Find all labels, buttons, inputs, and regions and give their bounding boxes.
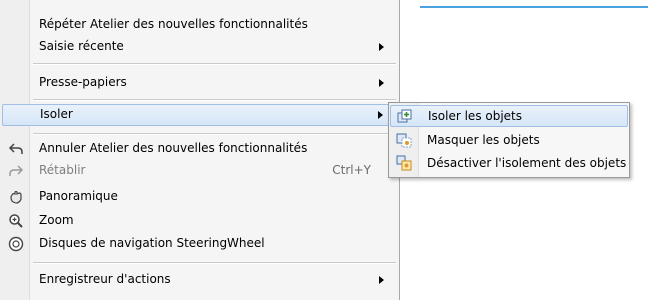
menu-item-undo[interactable]: Annuler Atelier des nouvelles fonctionna… bbox=[2, 138, 396, 160]
separator bbox=[33, 133, 396, 134]
submenu-arrow-icon bbox=[379, 79, 384, 87]
menu-item-action-recorder[interactable]: Enregistreur d'actions bbox=[2, 269, 396, 291]
submenu-item-label: Isoler les objets bbox=[428, 109, 523, 123]
accent-line bbox=[420, 6, 648, 8]
menu-item-redo: Rétablir Ctrl+Y bbox=[2, 160, 396, 182]
submenu-arrow-icon bbox=[379, 43, 384, 51]
menu-item-label: Rétablir bbox=[39, 163, 86, 177]
context-menu: Répéter Atelier des nouvelles fonctionna… bbox=[0, 0, 400, 300]
submenu-item-end-isolation[interactable]: Désactiver l'isolement des objets bbox=[390, 152, 628, 174]
menu-item-isolate[interactable]: Isoler bbox=[2, 104, 396, 126]
zoom-icon bbox=[8, 213, 24, 229]
menu-item-label: Saisie récente bbox=[39, 39, 124, 53]
menu-item-label: Annuler Atelier des nouvelles fonctionna… bbox=[39, 141, 308, 155]
separator bbox=[33, 262, 396, 263]
menu-item-label: Enregistreur d'actions bbox=[39, 272, 171, 286]
menu-item-repeat[interactable]: Répéter Atelier des nouvelles fonctionna… bbox=[2, 14, 396, 36]
menu-item-label: Isoler bbox=[40, 107, 73, 121]
menu-item-pan[interactable]: Panoramique bbox=[2, 186, 396, 208]
menu-item-recent-input[interactable]: Saisie récente bbox=[2, 36, 396, 58]
separator bbox=[33, 63, 396, 64]
menu-item-label: Répéter Atelier des nouvelles fonctionna… bbox=[39, 17, 308, 31]
submenu-item-label: Masquer les objets bbox=[427, 133, 540, 147]
menu-item-label: Presse-papiers bbox=[39, 75, 127, 89]
menu-item-zoom[interactable]: Zoom bbox=[2, 210, 396, 232]
redo-icon bbox=[8, 163, 24, 179]
menu-item-label: Disques de navigation SteeringWheel bbox=[39, 236, 265, 250]
submenu-arrow-icon bbox=[378, 111, 383, 119]
submenu-item-isolate-objects[interactable]: Isoler les objets bbox=[390, 105, 628, 127]
isolate-submenu: Isoler les objets Masquer les objets Dés… bbox=[388, 102, 630, 178]
menu-item-steeringwheel[interactable]: Disques de navigation SteeringWheel bbox=[2, 233, 396, 255]
end-isolation-icon bbox=[396, 155, 412, 171]
steeringwheel-icon bbox=[8, 236, 24, 252]
menu-item-clipboard[interactable]: Presse-papiers bbox=[2, 72, 396, 94]
pan-icon bbox=[8, 189, 24, 205]
submenu-arrow-icon bbox=[379, 276, 384, 284]
isolate-objects-icon bbox=[397, 109, 413, 125]
menu-item-label: Panoramique bbox=[39, 189, 118, 203]
menu-item-label: Zoom bbox=[39, 213, 74, 227]
shortcut-label: Ctrl+Y bbox=[332, 163, 371, 177]
submenu-item-label: Désactiver l'isolement des objets bbox=[427, 156, 627, 170]
separator bbox=[33, 99, 396, 100]
undo-icon bbox=[8, 141, 24, 157]
hide-objects-icon bbox=[396, 132, 412, 148]
submenu-item-hide-objects[interactable]: Masquer les objets bbox=[390, 129, 628, 151]
